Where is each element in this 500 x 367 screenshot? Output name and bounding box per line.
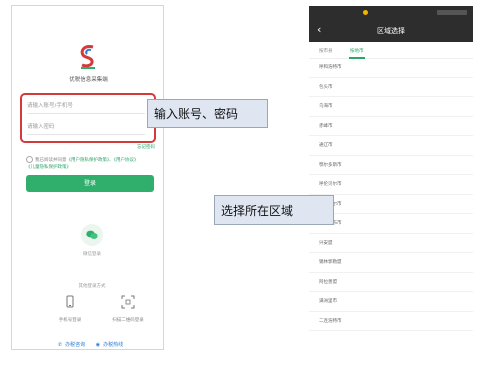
qr-login-option[interactable]: 扫描二维码登录 [108, 294, 148, 323]
other-login-methods-label: 其他登录方式 [78, 284, 106, 289]
region-item[interactable]: 二连浩特市 [309, 312, 473, 331]
region-hint-callout: 选择所在区域 [214, 195, 334, 225]
region-item[interactable]: 阿拉善盟 [309, 273, 473, 292]
wechat-login-button[interactable] [81, 224, 103, 246]
service-hotline-label: 办税热线 [103, 342, 124, 348]
nav-bar: ‹ 区域选择 [309, 20, 473, 42]
phone-icon [66, 295, 74, 308]
status-indicators-icon [437, 10, 467, 15]
child-privacy-link[interactable]: 《儿童隐私保护政策》 [26, 165, 71, 170]
status-bar [309, 6, 473, 20]
region-item[interactable]: 赤峰市 [309, 117, 473, 136]
region-item[interactable]: 兴安盟 [309, 234, 473, 253]
tab-county[interactable]: 按市县 [319, 48, 333, 54]
agreement-prefix: 我已阅读并同意 [35, 158, 67, 163]
page-title: 区域选择 [377, 27, 405, 35]
region-item[interactable]: 满洲里市 [309, 292, 473, 312]
privacy-policy-link[interactable]: 《用户隐私保护政策》 [67, 158, 110, 163]
phone-consult-label: 办税咨询 [65, 342, 86, 348]
qr-code-icon [121, 295, 135, 309]
login-form-highlight: 请输入账号/手机号 请输入密码 [20, 93, 156, 143]
region-item[interactable]: 锡林郭勒盟 [309, 253, 473, 273]
region-select-screen: ‹ 区域选择 按市县 按地市 呼和浩特市 包头市 乌海市 赤峰市 通辽市 鄂尔多… [309, 6, 473, 362]
notification-dot-icon [363, 10, 368, 15]
app-logo-icon [80, 45, 95, 69]
login-screen: 优税信息采集端 请输入账号/手机号 请输入密码 忘记密码 我已阅读并同意《用户隐… [11, 5, 164, 350]
sms-login-label: 手机号登录 [58, 318, 82, 323]
region-tabs: 按市县 按地市 [309, 44, 473, 59]
phone-consult-link[interactable]: ✆ 办税咨询 [58, 342, 88, 348]
region-item[interactable]: 呼伦贝尔市 [309, 175, 473, 195]
agreement-row: 我已阅读并同意《用户隐私保护政策》、《用户协议》 《儿童隐私保护政策》 [26, 156, 154, 171]
tab-city[interactable]: 按地市 [350, 48, 364, 54]
qr-login-label: 扫描二维码登录 [112, 318, 144, 323]
account-input[interactable]: 请输入账号/手机号 [27, 99, 145, 114]
forgot-password-link[interactable]: 忘记密码 [137, 144, 155, 150]
login-button[interactable]: 登录 [26, 175, 154, 192]
app-name: 优税信息采集端 [69, 77, 108, 83]
region-item[interactable]: 包头市 [309, 78, 473, 97]
sms-login-option[interactable]: 手机号登录 [50, 294, 90, 323]
region-item[interactable]: 鄂尔多斯市 [309, 156, 473, 175]
agreement-checkbox[interactable] [26, 156, 33, 163]
wechat-login-label: 微信登录 [83, 252, 101, 257]
user-agreement-link[interactable]: 《用户协议》 [114, 158, 139, 163]
region-item[interactable]: 乌海市 [309, 97, 473, 117]
password-input[interactable]: 请输入密码 [27, 120, 145, 135]
login-hint-callout: 输入账号、密码 [147, 99, 268, 128]
wechat-icon [86, 230, 98, 239]
region-item[interactable]: 呼和浩特市 [309, 58, 473, 78]
service-hotline-link[interactable]: ◉ 办税热线 [96, 342, 126, 348]
bottom-links: ✆ 办税咨询 ◉ 办税热线 [12, 341, 172, 348]
region-item[interactable]: 通辽市 [309, 136, 473, 156]
